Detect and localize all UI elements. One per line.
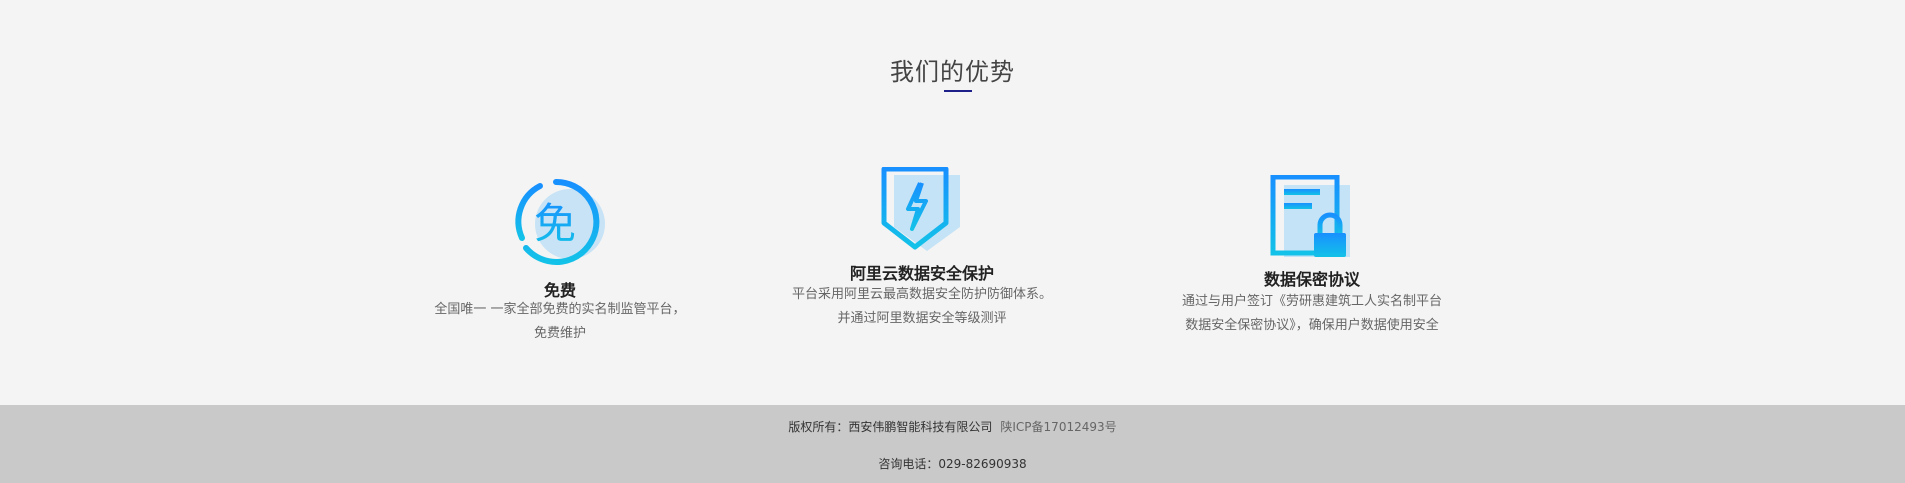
free-icon-glyph: 免 bbox=[534, 199, 576, 248]
section-title: 我们的优势 bbox=[890, 58, 1015, 86]
advantages-section: 我们的优势 免 免费 全国唯一 一家全部免费的实名制监管平台，免费维护 阿里云数… bbox=[0, 0, 1905, 405]
feature-description: 全国唯一 一家全部免费的实名制监管平台，免费维护 bbox=[434, 302, 686, 341]
feature-data-confidentiality: 数据保密协议 通过与用户签订《劳研惠建筑工人实名制平台数据安全保密协议》，确保用… bbox=[1182, 170, 1442, 360]
feature-aliyun-security: 阿里云数据安全保护 平台采用阿里云最高数据安全防护防御体系。并通过阿里数据安全等… bbox=[792, 165, 1052, 345]
icp-link[interactable]: 陕ICP备17012493号 bbox=[1000, 420, 1116, 434]
feature-free: 免 免费 全国唯一 一家全部免费的实名制监管平台，免费维护 bbox=[430, 170, 690, 350]
footer: 版权所有：西安伟鹏智能科技有限公司 陕ICP备17012493号 咨询电话：029… bbox=[0, 405, 1905, 483]
feature-title: 阿里云数据安全保护 bbox=[849, 264, 994, 283]
footer-copyright-line: 版权所有：西安伟鹏智能科技有限公司 陕ICP备17012493号 bbox=[0, 418, 1905, 435]
free-icon: 免 bbox=[510, 178, 610, 274]
document-lock-icon bbox=[1270, 174, 1354, 265]
title-underline bbox=[944, 90, 972, 92]
footer-phone: 咨询电话：029-82690938 bbox=[878, 457, 1027, 471]
feature-description: 通过与用户签订《劳研惠建筑工人实名制平台数据安全保密协议》，确保用户数据使用安全 bbox=[1182, 294, 1443, 333]
shield-lightning-icon bbox=[880, 166, 964, 257]
copyright-text: 版权所有：西安伟鹏智能科技有限公司 bbox=[788, 420, 993, 434]
feature-description: 平台采用阿里云最高数据安全防护防御体系。并通过阿里数据安全等级测评 bbox=[792, 287, 1053, 326]
feature-title: 数据保密协议 bbox=[1263, 270, 1360, 289]
